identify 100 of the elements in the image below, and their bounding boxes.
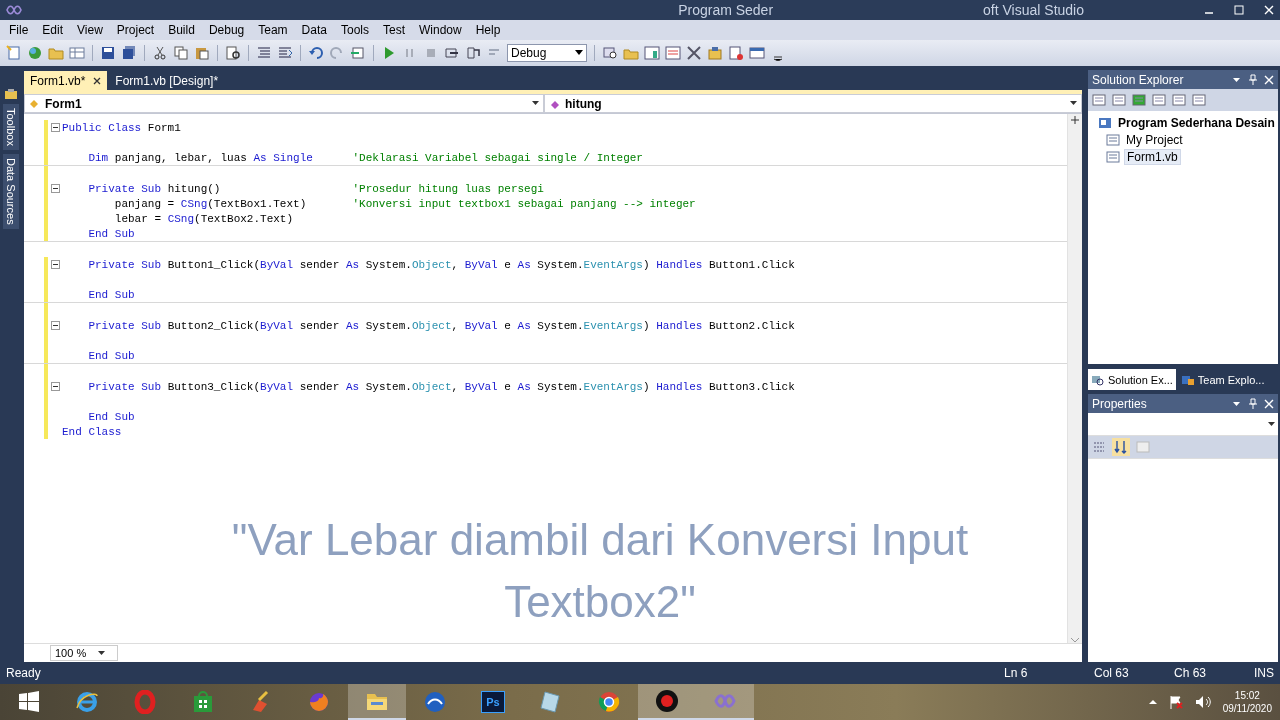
scroll-down-icon[interactable]	[1071, 638, 1079, 643]
vertical-scrollbar[interactable]	[1067, 114, 1082, 643]
zoom-dropdown[interactable]: 100 %	[50, 645, 118, 661]
side-tab[interactable]: Toolbox	[3, 104, 19, 150]
menu-item[interactable]: Debug	[201, 23, 252, 37]
code-line: Private Sub Button2_Click(ByVal sender As System.Object, ByVal e As System.EventArgs) Handles Button2.Click	[87, 319, 795, 332]
chrome-browser-icon	[597, 690, 621, 714]
grid-icon[interactable]	[69, 45, 85, 61]
project-icon	[1098, 116, 1112, 129]
member-dropdown[interactable]: hitung	[544, 94, 1082, 113]
folder-icon[interactable]	[48, 45, 64, 61]
fox-globe-icon	[307, 690, 331, 714]
window-title: oft Visual Studio	[983, 2, 1084, 18]
shopping-bag-icon	[191, 690, 215, 714]
collapse-icon[interactable]	[50, 260, 60, 269]
panel-tab[interactable]: Solution Ex...	[1088, 369, 1176, 390]
panel-title: Properties	[1092, 396, 1147, 411]
categorized-icon[interactable]	[1092, 440, 1106, 454]
status-message: Ready	[6, 666, 41, 680]
window-icon[interactable]	[749, 45, 765, 61]
speaker-icon[interactable]	[1194, 695, 1211, 709]
chart-window-icon[interactable]	[644, 45, 660, 61]
app-icon	[6, 5, 22, 15]
collapse-icon[interactable]	[50, 184, 60, 193]
code-line: Public Class Form1	[62, 121, 181, 134]
code-line: End Sub	[87, 349, 135, 362]
code-line: panjang = CSng(TextBox1.Text) 'Konversi input textbox1 sebagai panjang --> integer	[113, 197, 696, 210]
menu-item[interactable]: Build	[161, 23, 202, 37]
tree-item[interactable]: My Project	[1124, 132, 1185, 147]
find-icon[interactable]	[225, 45, 241, 61]
find-in-files-icon[interactable]	[602, 45, 618, 61]
menu-item[interactable]: Edit	[35, 23, 71, 37]
menu-item[interactable]: File	[2, 23, 36, 37]
new-project-icon[interactable]	[6, 45, 22, 61]
panel-tab[interactable]: Team Explo...	[1177, 369, 1268, 390]
delete-icon[interactable]	[728, 45, 744, 61]
menu-item[interactable]: Tools	[333, 23, 376, 37]
line-number: Ln 6	[1004, 666, 1028, 680]
code-line: lebar = CSng(TextBox2.Text)	[113, 212, 294, 225]
collapse-icon[interactable]	[50, 123, 60, 132]
caret-icon	[575, 50, 583, 56]
caret-up-icon[interactable]	[1148, 699, 1157, 705]
copy-icon[interactable]	[173, 45, 189, 61]
column-number: Col 63	[1094, 666, 1129, 680]
menu-item[interactable]: Help	[468, 23, 508, 37]
team-icon	[1180, 373, 1195, 386]
clock[interactable]: 15:02 09/11/2020	[1222, 689, 1272, 715]
code-line: End Sub	[87, 288, 135, 301]
menu-item[interactable]: Data	[294, 23, 334, 37]
save-all-icon[interactable]	[121, 45, 137, 61]
taskbar-app[interactable]	[638, 684, 696, 720]
dropdown-value: hitung	[565, 96, 602, 111]
paste-icon[interactable]	[194, 45, 210, 61]
toolbox-icon[interactable]	[707, 45, 723, 61]
toolbox-icon	[4, 88, 18, 100]
photoshop-label: Ps	[481, 691, 505, 713]
tab-label: Form1.vb*	[30, 73, 86, 88]
menu-item[interactable]: Test	[375, 23, 412, 37]
tree-item[interactable]: Program Sederhana Desain	[1116, 115, 1277, 130]
class-dropdown[interactable]: Form1	[24, 94, 544, 113]
pin-icon[interactable]	[1248, 398, 1258, 409]
taskbar-app[interactable]: Ps	[464, 684, 522, 720]
globe-icon[interactable]	[27, 45, 43, 61]
pin-icon[interactable]	[1248, 74, 1258, 85]
file-icon	[1106, 133, 1120, 146]
record-icon	[655, 689, 679, 713]
close-icon[interactable]	[93, 76, 102, 85]
cut-icon[interactable]	[152, 45, 168, 61]
tree-item[interactable]: Form1.vb	[1124, 148, 1181, 165]
panel-title: Solution Explorer	[1092, 72, 1184, 87]
menu-item[interactable]: View	[70, 23, 110, 37]
side-tab[interactable]: Data Sources	[3, 153, 19, 229]
caret-icon	[1070, 101, 1077, 106]
collapse-icon[interactable]	[50, 321, 60, 330]
document-icon	[539, 690, 563, 714]
tab-label: Form1.vb [Design]*	[115, 73, 219, 88]
configuration-dropdown[interactable]: Debug	[507, 44, 587, 62]
menu-item[interactable]: Window	[412, 23, 469, 37]
collapse-icon[interactable]	[50, 382, 60, 391]
dropdown-value: Form1	[45, 96, 82, 111]
flag-icon[interactable]	[1168, 695, 1183, 709]
windows-logo-icon	[17, 690, 41, 714]
code-line: End Sub	[87, 410, 135, 423]
maximize-icon[interactable]	[1234, 5, 1244, 15]
caption-text: "Var Lebar diambil dari Konversi Input Textbox2"	[230, 514, 970, 628]
tools-icon[interactable]	[686, 45, 702, 61]
split-icon[interactable]	[1070, 116, 1080, 124]
properties-window-icon[interactable]	[665, 45, 681, 61]
menu-item[interactable]: Team	[251, 23, 295, 37]
undo-icon[interactable]	[308, 45, 324, 61]
menu-item[interactable]: Project	[109, 23, 162, 37]
refresh-icon[interactable]	[1132, 93, 1146, 107]
alphabetical-icon[interactable]	[1112, 438, 1130, 456]
caret-icon	[98, 650, 106, 656]
window-title: Program Seder	[678, 2, 774, 18]
browser-icon	[75, 690, 99, 714]
editor-tab[interactable]: Form1.vb*	[24, 71, 108, 90]
save-icon[interactable]	[100, 45, 116, 61]
code-line: End Class	[62, 425, 122, 438]
editor-tab[interactable]: Form1.vb [Design]*	[109, 71, 225, 90]
